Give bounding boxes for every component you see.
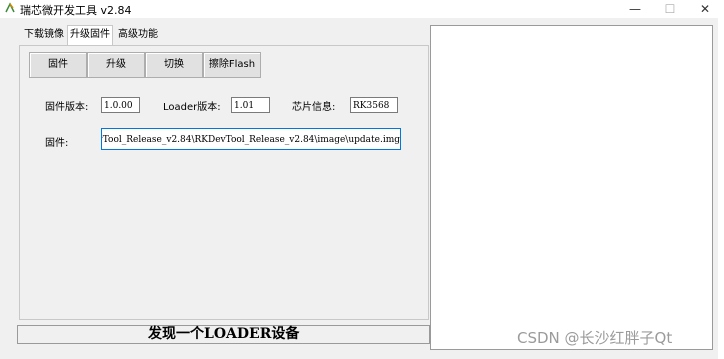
firmware-path-input[interactable]: RKDevTool_Release_v2.84\RKDevTool_Releas…	[101, 128, 401, 150]
maximize-button[interactable]: ☐	[655, 0, 685, 18]
chip-info-field[interactable]: RK3568	[350, 97, 398, 113]
log-output-box[interactable]	[430, 25, 713, 350]
loader-version-label: Loader版本:	[163, 102, 221, 113]
window-edge	[718, 18, 724, 359]
tab-download-image[interactable]: 下载镜像	[22, 26, 66, 43]
status-message: 发现一个LOADER设备	[148, 326, 300, 342]
firmware-version-label: 固件版本:	[45, 102, 89, 113]
title-bar: 瑞芯微开发工具 v2.84 — ☐ ✕	[0, 0, 724, 18]
window-title: 瑞芯微开发工具 v2.84	[20, 4, 132, 17]
tab-upgrade-firmware[interactable]: 升级固件	[67, 25, 113, 45]
close-button[interactable]: ✕	[690, 0, 720, 18]
chip-info-label: 芯片信息:	[292, 102, 336, 113]
firmware-button[interactable]: 固件	[29, 52, 87, 78]
upgrade-button[interactable]: 升级	[87, 52, 145, 78]
firmware-path-label: 固件:	[45, 138, 69, 149]
loader-version-field[interactable]: 1.01	[231, 97, 270, 113]
erase-flash-button[interactable]: 擦除Flash	[203, 52, 261, 78]
firmware-path-value: RKDevTool_Release_v2.84\RKDevTool_Releas…	[101, 135, 400, 145]
firmware-version-field[interactable]: 1.0.00	[101, 97, 140, 113]
minimize-button[interactable]: —	[620, 0, 650, 18]
csdn-watermark: CSDN @长沙红胖子Qt	[517, 329, 673, 347]
upgrade-firmware-panel	[19, 45, 429, 320]
app-icon	[5, 2, 15, 13]
switch-button[interactable]: 切换	[145, 52, 203, 78]
tab-advanced[interactable]: 高级功能	[116, 26, 160, 43]
